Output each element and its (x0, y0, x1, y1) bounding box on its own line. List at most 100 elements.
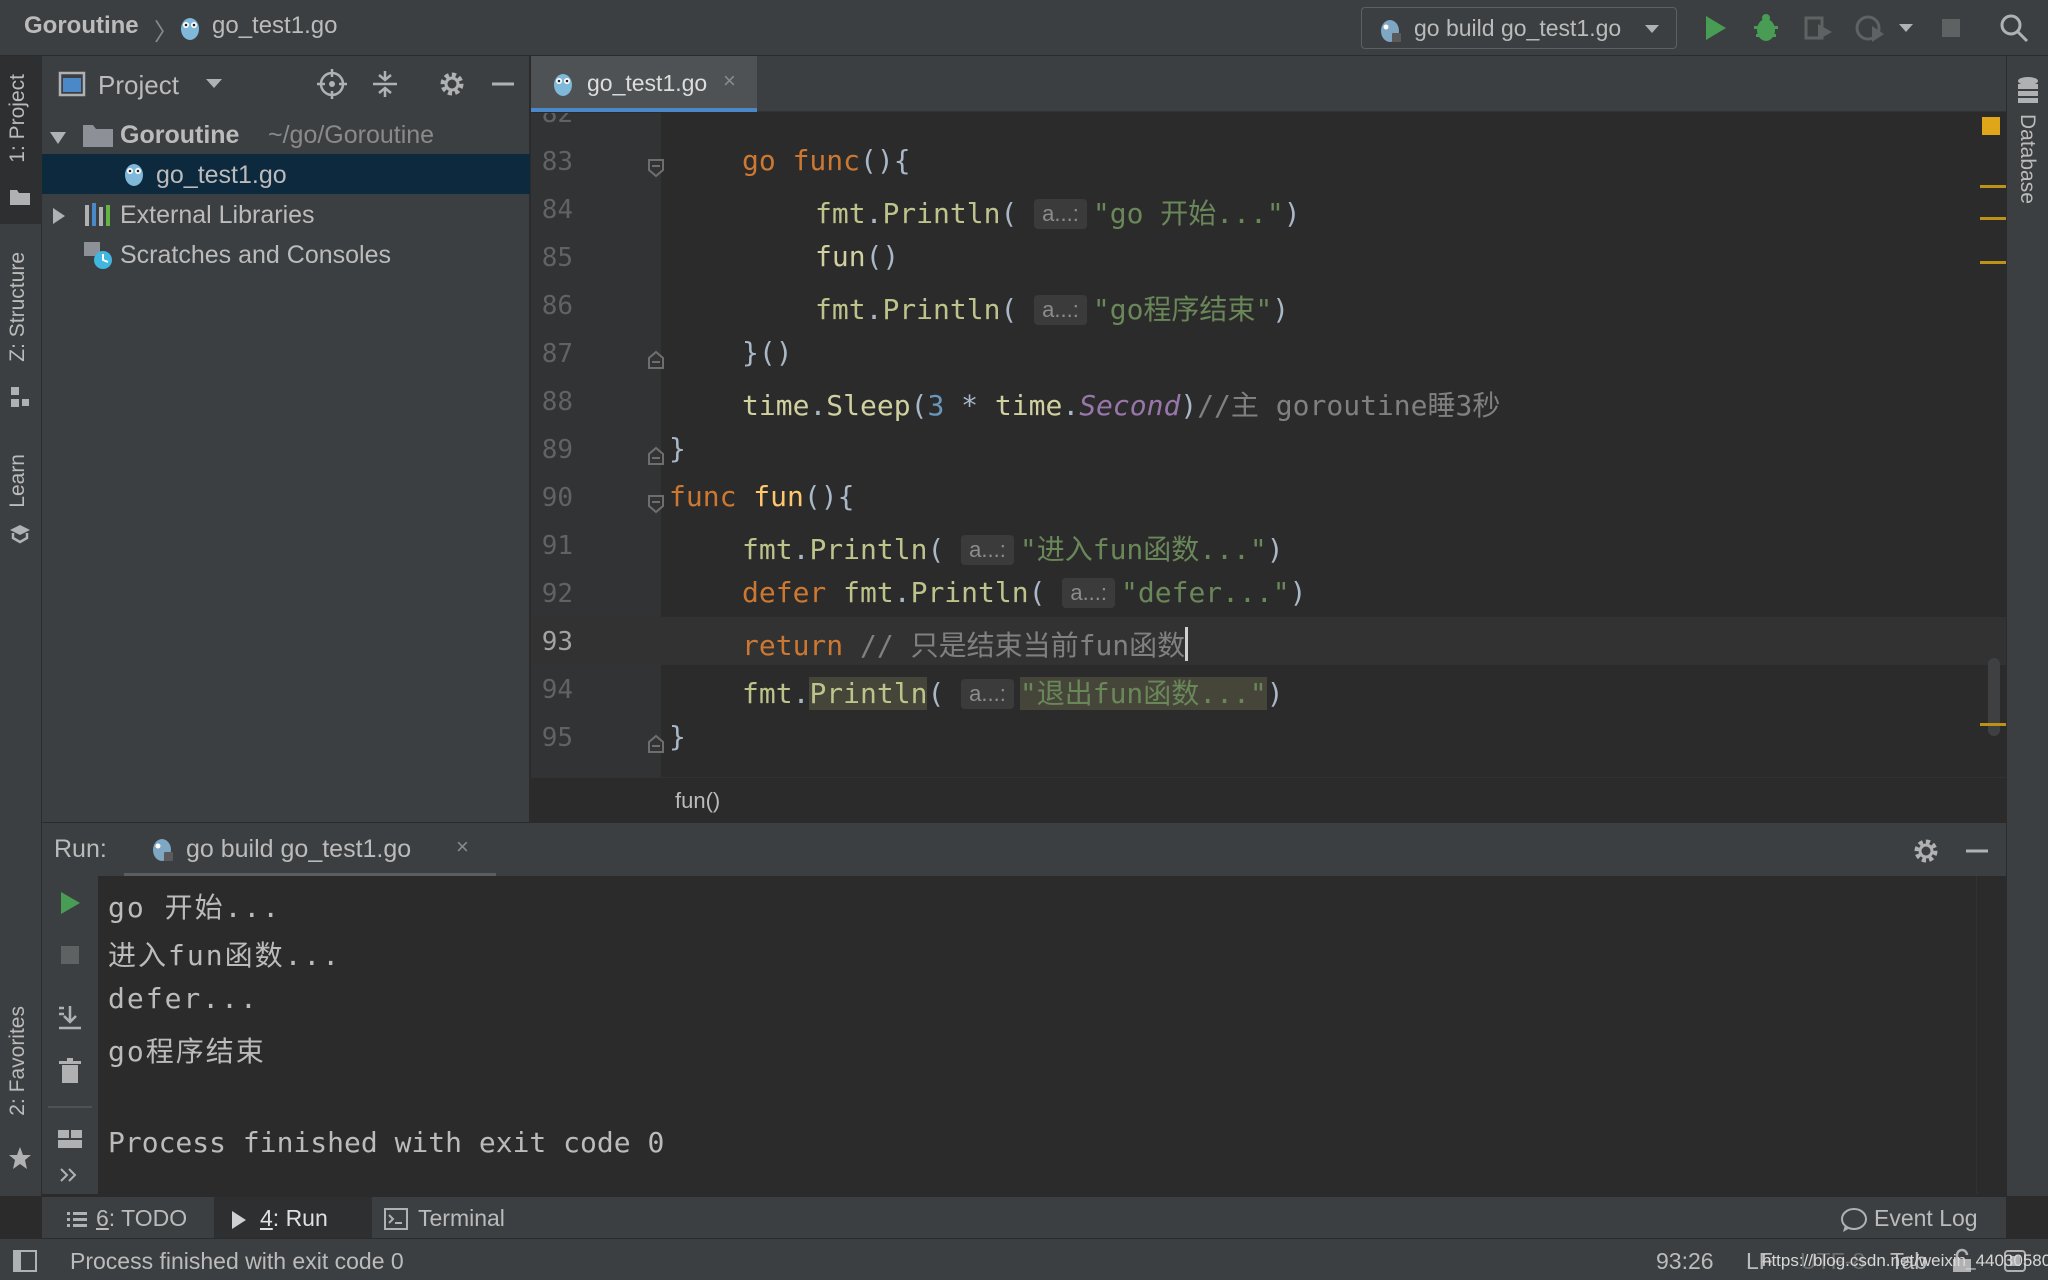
line-number: 94 (541, 675, 573, 705)
fold-icon[interactable] (647, 728, 665, 753)
code-line: 84 fmt.Println( a...: "go 开始...") (531, 185, 2006, 233)
run-configuration-selector[interactable]: go build go_test1.go (1361, 7, 1677, 49)
string-literal: "go 开始..." (1092, 197, 1284, 230)
locate-file-icon[interactable] (316, 68, 348, 105)
run-tab-go-build[interactable]: go build go_test1.go × (124, 823, 496, 877)
line-number: 95 (541, 723, 573, 753)
chevron-down-icon[interactable] (204, 76, 224, 97)
collapse-all-icon[interactable] (370, 68, 400, 105)
chevron-right-icon[interactable] (50, 204, 68, 233)
gear-icon[interactable] (1910, 835, 1942, 872)
tab-todo[interactable]: 6: TODO (52, 1197, 202, 1239)
scroll-to-end-icon[interactable] (56, 1004, 84, 1039)
chevron-down-icon[interactable] (48, 126, 68, 155)
tool-window-bar: 6: TODO 4: Run Terminal Event Log (42, 1196, 2006, 1239)
tree-item-go-file[interactable]: go_test1.go (42, 154, 530, 194)
editor-breadcrumb[interactable]: fun() (531, 777, 2006, 822)
toggle-tool-windows-icon[interactable] (12, 1249, 38, 1278)
fold-icon[interactable] (647, 440, 665, 465)
keyword: func (792, 144, 861, 177)
line-number: 85 (541, 243, 573, 273)
project-view-selector[interactable]: Project (98, 70, 179, 101)
run-tab-label: go build go_test1.go (186, 835, 412, 863)
event-log-button[interactable]: Event Log (1840, 1197, 2006, 1239)
code-editor[interactable]: 82 83 go func(){ 84 fmt.Println( a...: "g… (531, 113, 2006, 777)
parameter-hint: a...: (961, 679, 1014, 709)
console-scrollbar[interactable] (1976, 876, 2006, 1194)
string-literal: "defer..." (1121, 576, 1290, 609)
package-name: fmt (815, 197, 866, 230)
search-icon[interactable] (1998, 12, 2030, 49)
editor-tab-label: go_test1.go (587, 70, 708, 96)
console-output[interactable]: go 开始... 进入fun函数... defer... go程序结束 Proc… (98, 876, 1976, 1194)
hide-panel-icon[interactable] (488, 68, 518, 105)
tree-item-scratches[interactable]: Scratches and Consoles (42, 234, 530, 274)
code-text: ) (1272, 293, 1290, 326)
tool-window-structure[interactable]: Z: Structure (6, 252, 30, 362)
tool-window-favorites[interactable]: 2: Favorites (6, 1006, 30, 1116)
close-icon[interactable]: × (456, 834, 469, 860)
stop-icon[interactable] (56, 940, 84, 975)
keyword: func (669, 480, 737, 513)
error-stripe[interactable] (1972, 113, 2006, 777)
warning-marker[interactable] (1980, 261, 2006, 264)
package-name: time (742, 389, 810, 422)
string-literal-highlighted: "退出fun函数..." (1019, 677, 1267, 710)
code-text: (){ (803, 480, 855, 513)
folder-icon (9, 186, 31, 211)
speech-bubble-icon (1840, 1207, 1868, 1239)
tool-window-database[interactable]: Database (2015, 114, 2039, 204)
code-text: } (669, 432, 686, 465)
comment: //主 goroutine睡3秒 (1197, 389, 1501, 422)
caret-position[interactable]: 93:26 (1656, 1248, 1714, 1275)
trash-icon[interactable] (56, 1056, 84, 1091)
status-message: Process finished with exit code 0 (70, 1248, 404, 1274)
breadcrumb-function[interactable]: fun() (675, 788, 720, 814)
rerun-icon[interactable] (56, 888, 84, 923)
run-configuration-label: go build go_test1.go (1414, 15, 1622, 41)
warning-marker[interactable] (1980, 217, 2006, 220)
hide-panel-icon[interactable] (1962, 835, 1992, 872)
run-icon[interactable] (1700, 12, 1730, 49)
gopher-file-icon (122, 160, 146, 195)
code-line: 89 } (531, 425, 2006, 473)
tab-run[interactable]: 4: Run (214, 1197, 372, 1239)
play-icon (230, 1209, 248, 1236)
fold-icon[interactable] (647, 344, 665, 369)
breadcrumb-project[interactable]: Goroutine (24, 12, 139, 40)
tool-window-project[interactable]: 1: Project (6, 74, 30, 163)
list-icon (66, 1209, 88, 1236)
tab-terminal[interactable]: Terminal (374, 1197, 554, 1239)
package-name: fmt (742, 677, 793, 710)
string-literal: "go程序结束" (1092, 293, 1273, 326)
line-number: 84 (541, 195, 573, 225)
layout-icon[interactable] (56, 1124, 84, 1159)
keyword: go (742, 144, 776, 177)
warning-status-icon[interactable] (1982, 117, 2000, 135)
tool-window-learn[interactable]: Learn (6, 454, 30, 508)
stop-icon[interactable] (1936, 12, 1966, 49)
close-icon[interactable]: × (723, 68, 736, 94)
breadcrumb-file[interactable]: go_test1.go (212, 12, 337, 40)
warning-marker[interactable] (1980, 185, 2006, 188)
coverage-icon[interactable] (1802, 12, 1836, 49)
profile-icon[interactable] (1854, 12, 1888, 49)
scratches-icon (82, 240, 114, 277)
chevron-down-icon[interactable] (1896, 18, 1916, 43)
fold-icon[interactable] (647, 488, 665, 514)
debug-icon[interactable] (1750, 12, 1782, 49)
fold-icon[interactable] (647, 152, 665, 178)
console-line: defer... (108, 982, 259, 1015)
more-actions-icon[interactable] (58, 1164, 80, 1191)
project-root-name: Goroutine (120, 121, 240, 149)
tree-item-project-root[interactable]: Goroutine ~/go/Goroutine (42, 114, 530, 154)
warning-marker[interactable] (1980, 723, 2006, 726)
project-view-icon (58, 70, 86, 103)
function-call: Println (809, 533, 928, 566)
tree-item-external-libraries[interactable]: External Libraries (42, 194, 530, 234)
gear-icon[interactable] (436, 68, 468, 105)
editor-tab-go-test1[interactable]: go_test1.go × (531, 56, 757, 112)
run-panel-label: Run: (54, 835, 107, 863)
code-text: ) (1266, 677, 1284, 710)
comment: // 只是结束当前fun函数 (860, 629, 1186, 662)
